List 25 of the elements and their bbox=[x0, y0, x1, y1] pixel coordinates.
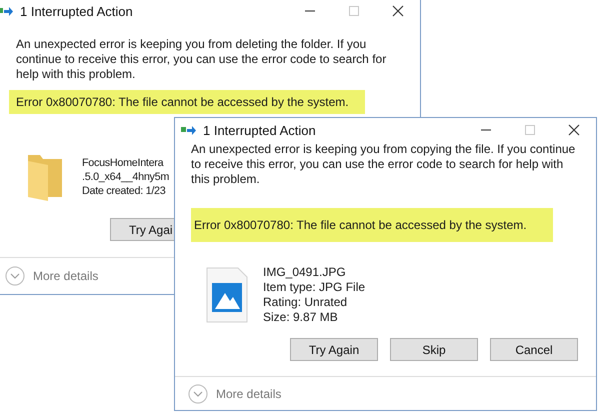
window-title: 1 Interrupted Action bbox=[20, 4, 133, 18]
maximize-icon bbox=[524, 124, 536, 136]
transfer-icon bbox=[0, 5, 14, 17]
dialog-button[interactable]: Skip bbox=[390, 338, 478, 361]
file-detail: .5.0_x64__4hny5m bbox=[82, 170, 170, 184]
more-details-button[interactable]: More details bbox=[5, 266, 98, 286]
maximize-icon bbox=[348, 5, 360, 17]
file-detail: Date created: 1/23 bbox=[82, 184, 166, 198]
error-message: An unexpected error is keeping you from deleting the folder. If you continue to receive this error, you can use the error code to search for help with this problem. bbox=[16, 37, 388, 82]
close-icon[interactable] bbox=[392, 5, 404, 17]
close-icon[interactable] bbox=[568, 124, 580, 136]
file-detail: Item type: JPG File bbox=[263, 280, 366, 295]
file-detail: Rating: Unrated bbox=[263, 295, 348, 310]
file-detail: Size: 9.87 MB bbox=[263, 310, 339, 325]
file-name: FocusHomeIntera bbox=[82, 156, 165, 170]
error-code: Error 0x80070780: The file cannot be accessed by the system. bbox=[191, 208, 553, 242]
dialog-button[interactable]: Cancel bbox=[490, 338, 578, 361]
window-title: 1 Interrupted Action bbox=[203, 122, 316, 138]
image-file-icon bbox=[206, 267, 248, 323]
transfer-icon bbox=[181, 124, 197, 136]
error-code: Error 0x80070780: The file cannot be accessed by the system. bbox=[9, 90, 365, 114]
more-details-button[interactable]: More details bbox=[188, 384, 282, 404]
file-name: IMG_0491.JPG bbox=[263, 265, 347, 280]
error-message: An unexpected error is keeping you from copying the file. If you continue to receive this error, you can use the error code to search for help with this problem. bbox=[191, 142, 576, 187]
dialog-button[interactable]: Try Again bbox=[290, 338, 378, 361]
